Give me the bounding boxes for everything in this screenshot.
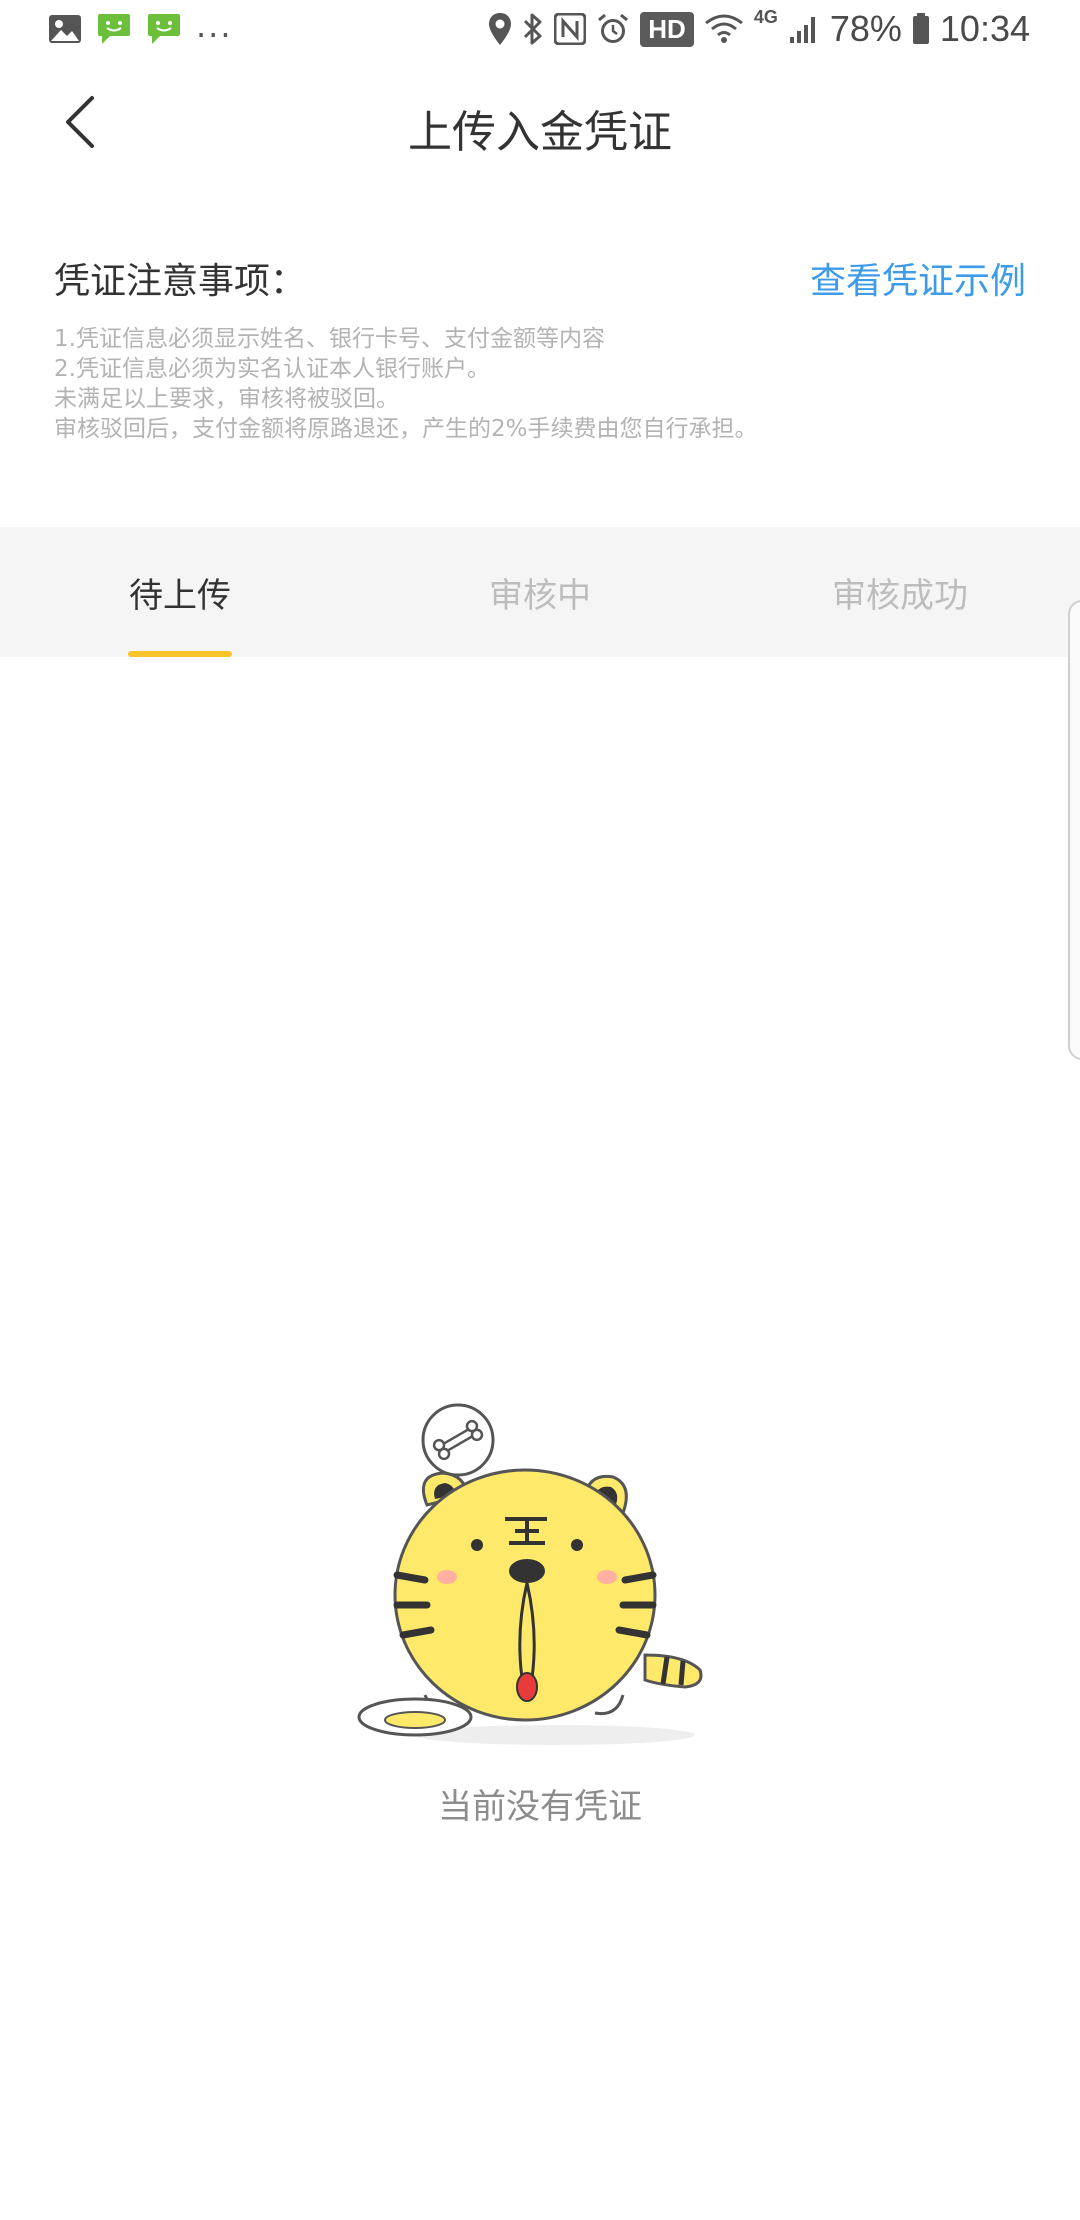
wifi-icon [704, 13, 744, 45]
nfc-icon [554, 13, 587, 45]
status-bar-left: ... [48, 7, 233, 46]
tab-label: 待上传 [129, 575, 231, 616]
tiger-illustration [355, 1395, 725, 1755]
message-icon [146, 12, 182, 46]
battery-percent: 78% [829, 8, 902, 49]
notice-title: 凭证注意事项： [54, 261, 307, 302]
edge-panel-handle[interactable] [1068, 600, 1080, 1060]
empty-message: 当前没有凭证 [438, 1787, 642, 1827]
app-header: 上传入金凭证 [0, 64, 1080, 184]
notification-overflow: ... [196, 7, 233, 45]
notice-line: 1.凭证信息必须显示姓名、银行卡号、支付金额等内容 [54, 326, 605, 352]
notice-list: 1.凭证信息必须显示姓名、银行卡号、支付金额等内容 2.凭证信息必须为实名认证本… [54, 324, 1034, 444]
tab-label: 审核中 [489, 575, 591, 616]
bluetooth-icon [522, 12, 544, 46]
signal-icon [788, 13, 820, 45]
clock: 10:34 [939, 8, 1030, 49]
tab-pending-upload[interactable]: 待上传 [0, 527, 360, 657]
status-tabs: 待上传 审核中 审核成功 [0, 527, 1080, 657]
tab-review-success[interactable]: 审核成功 [720, 527, 1080, 657]
tab-under-review[interactable]: 审核中 [360, 527, 720, 657]
screen: ... HD 4G 78% 10:34 上传入金凭证 凭证注意事项： 查看凭证示… [0, 0, 1080, 2220]
notice-line: 未满足以上要求，审核将被驳回。 [54, 386, 399, 412]
location-icon [488, 12, 512, 46]
status-bar-right: HD 4G 78% 10:34 [488, 6, 1030, 50]
message-icon [96, 12, 132, 46]
status-bar: ... HD 4G 78% 10:34 [0, 0, 1080, 64]
notice-line: 审核驳回后，支付金额将原路退还，产生的2%手续费由您自行承担。 [54, 416, 758, 442]
tab-label: 审核成功 [832, 575, 968, 616]
notice-line: 2.凭证信息必须为实名认证本人银行账户。 [54, 356, 490, 382]
battery-icon [912, 13, 930, 45]
alarm-icon [596, 12, 630, 46]
page-title: 上传入金凭证 [408, 107, 672, 158]
image-icon [48, 14, 82, 44]
hd-voice-badge: HD [640, 11, 694, 47]
active-tab-indicator [128, 651, 232, 657]
view-example-link[interactable]: 查看凭证示例 [810, 252, 1026, 304]
network-type: 4G [753, 6, 778, 27]
